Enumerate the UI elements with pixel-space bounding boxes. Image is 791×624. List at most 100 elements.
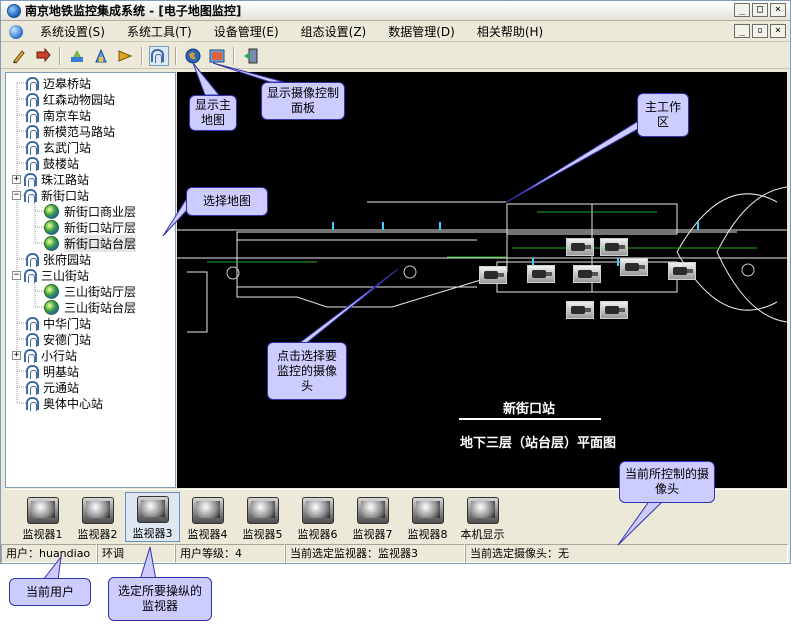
tree-node[interactable]: 迈皋桥站	[26, 75, 91, 91]
tree-node[interactable]: 奥体中心站	[26, 395, 103, 411]
station-icon	[26, 92, 39, 107]
camera-icon[interactable]	[668, 262, 696, 280]
tree-node[interactable]: + 小行站	[12, 347, 77, 363]
tree-node-label: 安德门站	[43, 332, 92, 347]
monitor-button-selected[interactable]: 监视器3	[125, 492, 180, 542]
close-button[interactable]: ×	[770, 3, 786, 17]
arrow-icon[interactable]	[33, 46, 53, 66]
tree-node[interactable]: 红森动物园站	[26, 91, 115, 107]
menu-help[interactable]: 相关帮助(H)	[466, 23, 554, 40]
child-minimize-button[interactable]: _	[734, 24, 750, 38]
signal-icon[interactable]	[91, 46, 111, 66]
tree-node[interactable]: 新街口商业层	[44, 203, 136, 219]
station-icon	[26, 316, 39, 331]
tree-node[interactable]: 鼓楼站	[26, 155, 79, 171]
station-icon	[24, 348, 37, 363]
tree-node-label: 小行站	[41, 348, 78, 363]
monitor-button[interactable]: 监视器2	[70, 492, 125, 542]
callout-current-user: 当前用户	[9, 578, 91, 606]
local-display-button[interactable]: 本机显示	[455, 492, 510, 542]
station-icon	[24, 268, 37, 283]
monitor-icon	[26, 497, 59, 524]
menu-data-management[interactable]: 数据管理(D)	[377, 23, 466, 40]
monitor-button[interactable]: 监视器5	[235, 492, 290, 542]
tree-node[interactable]: − 新街口站	[12, 187, 89, 203]
camera-icon[interactable]	[600, 238, 628, 256]
menu-config-settings[interactable]: 组态设置(Z)	[290, 23, 378, 40]
monitor-icon	[191, 497, 224, 524]
tree-node[interactable]: 新街口站台层	[44, 234, 137, 252]
menu-device-management[interactable]: 设备管理(E)	[203, 23, 290, 40]
tree-node[interactable]: 中华门站	[26, 315, 91, 331]
tree-expander[interactable]: −	[12, 270, 21, 280]
status-bar: 用户：huandiao 环调 用户等级：4 当前选定监视器：监视器3 当前选定摄…	[1, 544, 790, 563]
tree-expander[interactable]: −	[12, 190, 21, 200]
tree-node[interactable]: 三山街站厅层	[44, 283, 136, 299]
monitor-button[interactable]: 监视器1	[15, 492, 70, 542]
tree-node[interactable]: 新街口站厅层	[44, 219, 136, 235]
menu-bar: 系统设置(S) 系统工具(T) 设备管理(E) 组态设置(Z) 数据管理(D) …	[1, 22, 790, 42]
station-icon	[24, 172, 37, 187]
tree-node[interactable]: + 珠江路站	[12, 171, 89, 187]
monitor-button[interactable]: 监视器8	[400, 492, 455, 542]
map-workspace[interactable]: 新街口站 地下三层（站台层）平面图	[177, 72, 787, 488]
tree-node-label: 红森动物园站	[43, 92, 116, 107]
station-icon	[26, 156, 39, 171]
monitor-label: 监视器7	[352, 528, 393, 541]
monitor-label: 监视器3	[132, 527, 173, 540]
tree-node[interactable]: 南京车站	[26, 107, 91, 123]
show-main-map-button[interactable]	[183, 46, 203, 66]
tree-node-label: 三山街站台层	[64, 300, 137, 315]
station-icon	[26, 252, 39, 267]
camera-icon[interactable]	[479, 266, 507, 284]
tree-node[interactable]: 安德门站	[26, 331, 91, 347]
tree-node-label: 迈皋桥站	[43, 76, 92, 91]
tree-node-label: 新街口商业层	[64, 204, 137, 219]
forward-icon[interactable]	[115, 46, 135, 66]
tree-expander[interactable]: +	[12, 350, 21, 360]
monitor-button[interactable]: 监视器4	[180, 492, 235, 542]
station-tree[interactable]: 迈皋桥站 红森动物园站 南京车站 新模范马路站 玄武门站 鼓楼站 + 珠江路站 − 新街口站 新街口…	[5, 72, 176, 488]
camera-icon[interactable]	[566, 238, 594, 256]
callout-current-camera: 当前所控制的摄像头	[619, 461, 715, 503]
tree-node[interactable]: − 三山街站	[12, 267, 89, 283]
monitor-icon	[246, 497, 279, 524]
menu-system-settings[interactable]: 系统设置(S)	[29, 23, 116, 40]
monitor-button[interactable]: 监视器6	[290, 492, 345, 542]
exit-icon[interactable]	[241, 46, 261, 66]
toolbar	[1, 43, 790, 69]
tree-node[interactable]: 元通站	[26, 379, 79, 395]
child-close-button[interactable]: ×	[770, 24, 786, 38]
minimize-button[interactable]: _	[734, 3, 750, 17]
tree-node-label: 中华门站	[43, 316, 92, 331]
tree-node[interactable]: 新模范马路站	[26, 123, 115, 139]
station-icon	[26, 332, 39, 347]
callout-show-main-map: 显示主地图	[189, 95, 237, 131]
camera-icon[interactable]	[620, 258, 648, 276]
tree-node-label: 元通站	[43, 380, 80, 395]
station-icon	[26, 140, 39, 155]
monitor-button[interactable]: 监视器7	[345, 492, 400, 542]
title-bar: 南京地铁监控集成系统 - [电子地图监控] _ □ ×	[1, 1, 790, 21]
child-restore-button[interactable]: ▫	[752, 24, 768, 38]
station-view-icon[interactable]	[149, 45, 169, 66]
maximize-button[interactable]: □	[752, 3, 768, 17]
tools-icon[interactable]	[67, 46, 87, 66]
camera-icon[interactable]	[527, 265, 555, 283]
mdi-child-icon[interactable]	[9, 24, 23, 39]
tree-expander[interactable]: +	[12, 174, 21, 184]
tree-node[interactable]: 三山街站台层	[44, 299, 136, 315]
tree-node[interactable]: 玄武门站	[26, 139, 91, 155]
tree-node[interactable]: 明基站	[26, 363, 79, 379]
tree-node-label: 玄武门站	[43, 140, 92, 155]
tree-node-label: 南京车站	[43, 108, 92, 123]
menu-system-tools[interactable]: 系统工具(T)	[116, 23, 203, 40]
camera-icon[interactable]	[600, 301, 628, 319]
camera-icon[interactable]	[573, 265, 601, 283]
edit-icon[interactable]	[9, 46, 29, 66]
status-selected-camera: 当前选定摄像头：无	[465, 544, 788, 563]
camera-icon[interactable]	[566, 301, 594, 319]
show-camera-panel-button[interactable]	[207, 46, 227, 66]
tree-node[interactable]: 张府园站	[26, 251, 91, 267]
status-user: 用户：huandiao	[1, 544, 97, 563]
